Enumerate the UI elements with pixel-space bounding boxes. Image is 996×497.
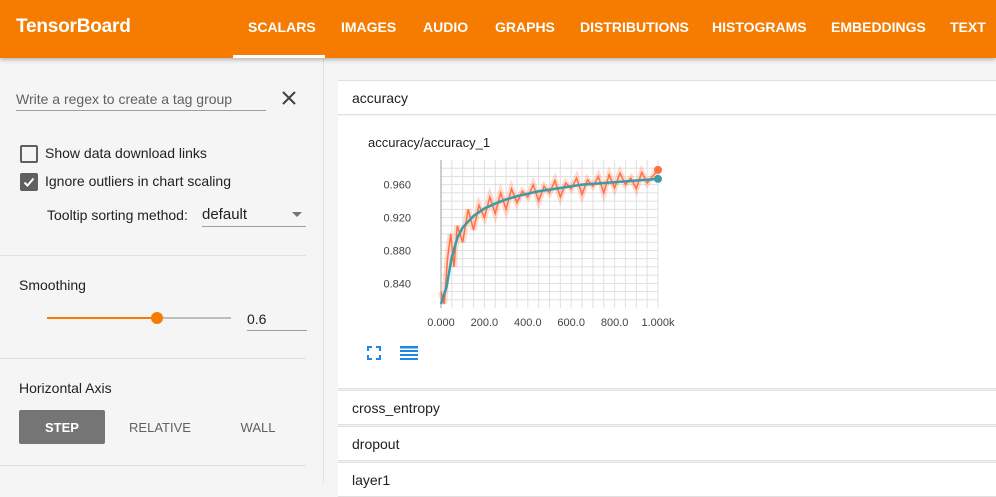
chart-card: accuracy/accuracy_1 0.840 0.880 0.920 0.960…: [338, 116, 996, 389]
sidebar-divider: [0, 255, 306, 256]
smoothing-title: Smoothing: [19, 277, 86, 293]
tab-histograms[interactable]: HISTOGRAMS: [712, 19, 807, 35]
category-header-accuracy[interactable]: accuracy: [338, 80, 996, 115]
sidebar-divider: [0, 465, 306, 466]
tab-scalars[interactable]: SCALARS: [248, 19, 316, 35]
category-header-layer1[interactable]: layer1: [338, 462, 996, 497]
category-header-cross-entropy[interactable]: cross_entropy: [338, 390, 996, 425]
sidebar-divider: [0, 358, 306, 359]
app-title: TensorBoard: [16, 16, 131, 37]
category-name: accuracy: [352, 90, 409, 106]
axis-wall-button[interactable]: WALL: [215, 410, 301, 444]
fullscreen-icon[interactable]: [366, 345, 382, 361]
category-name: cross_entropy: [352, 400, 440, 416]
category-header-dropout[interactable]: dropout: [338, 426, 996, 461]
x-tick-label: 400.0: [514, 317, 542, 329]
active-tab-indicator: [233, 55, 325, 58]
x-tick-label: 1.000k: [641, 317, 675, 329]
chevron-down-icon: [292, 212, 302, 217]
smoothing-slider-fill: [47, 317, 157, 319]
tab-distributions[interactable]: DISTRIBUTIONS: [580, 19, 689, 35]
y-tick-label: 0.960: [383, 180, 411, 192]
tab-embeddings[interactable]: EMBEDDINGS: [831, 19, 926, 35]
show-download-label: Show data download links: [45, 145, 207, 161]
smoothing-slider-knob[interactable]: [151, 312, 163, 324]
tooltip-sort-label: Tooltip sorting method:: [47, 207, 188, 223]
x-tick-label: 800.0: [601, 317, 629, 329]
tab-audio[interactable]: AUDIO: [423, 19, 468, 35]
y-tick-label: 0.920: [383, 213, 411, 225]
x-tick-label: 600.0: [557, 317, 585, 329]
main-panel: accuracy accuracy/accuracy_1 0.840 0.880 0…: [338, 80, 996, 497]
tab-images[interactable]: IMAGES: [341, 19, 396, 35]
show-download-checkbox[interactable]: [20, 145, 38, 163]
category-name: dropout: [352, 436, 400, 452]
clear-icon[interactable]: [280, 89, 298, 107]
axis-step-button[interactable]: STEP: [19, 410, 105, 444]
tab-graphs[interactable]: GRAPHS: [495, 19, 555, 35]
horizontal-axis-title: Horizontal Axis: [19, 380, 112, 396]
y-tick-label: 0.840: [383, 278, 411, 290]
series-smoothed-end-point: [654, 174, 662, 183]
tooltip-sort-value: default: [202, 206, 248, 223]
y-tick-label: 0.880: [383, 245, 411, 257]
tooltip-sort-select[interactable]: default: [202, 204, 306, 227]
series-raw-end-point: [654, 165, 662, 174]
ignore-outliers-checkbox[interactable]: [20, 173, 38, 191]
smoothing-input[interactable]: [247, 308, 307, 331]
top-app-bar: TensorBoard SCALARS IMAGES AUDIO GRAPHS …: [0, 0, 996, 58]
check-icon: [23, 177, 35, 187]
x-tick-label: 0.000: [427, 317, 455, 329]
accuracy-chart[interactable]: 0.840 0.880 0.920 0.960 0.000 200.0 400.0 600.0…: [338, 116, 678, 352]
category-name: layer1: [352, 472, 391, 488]
data-table-icon[interactable]: [399, 345, 419, 361]
tab-text[interactable]: TEXT: [950, 19, 986, 35]
ignore-outliers-label: Ignore outliers in chart scaling: [45, 173, 231, 189]
regex-input[interactable]: [16, 88, 266, 111]
axis-relative-button[interactable]: RELATIVE: [117, 410, 203, 444]
x-tick-label: 200.0: [471, 317, 499, 329]
